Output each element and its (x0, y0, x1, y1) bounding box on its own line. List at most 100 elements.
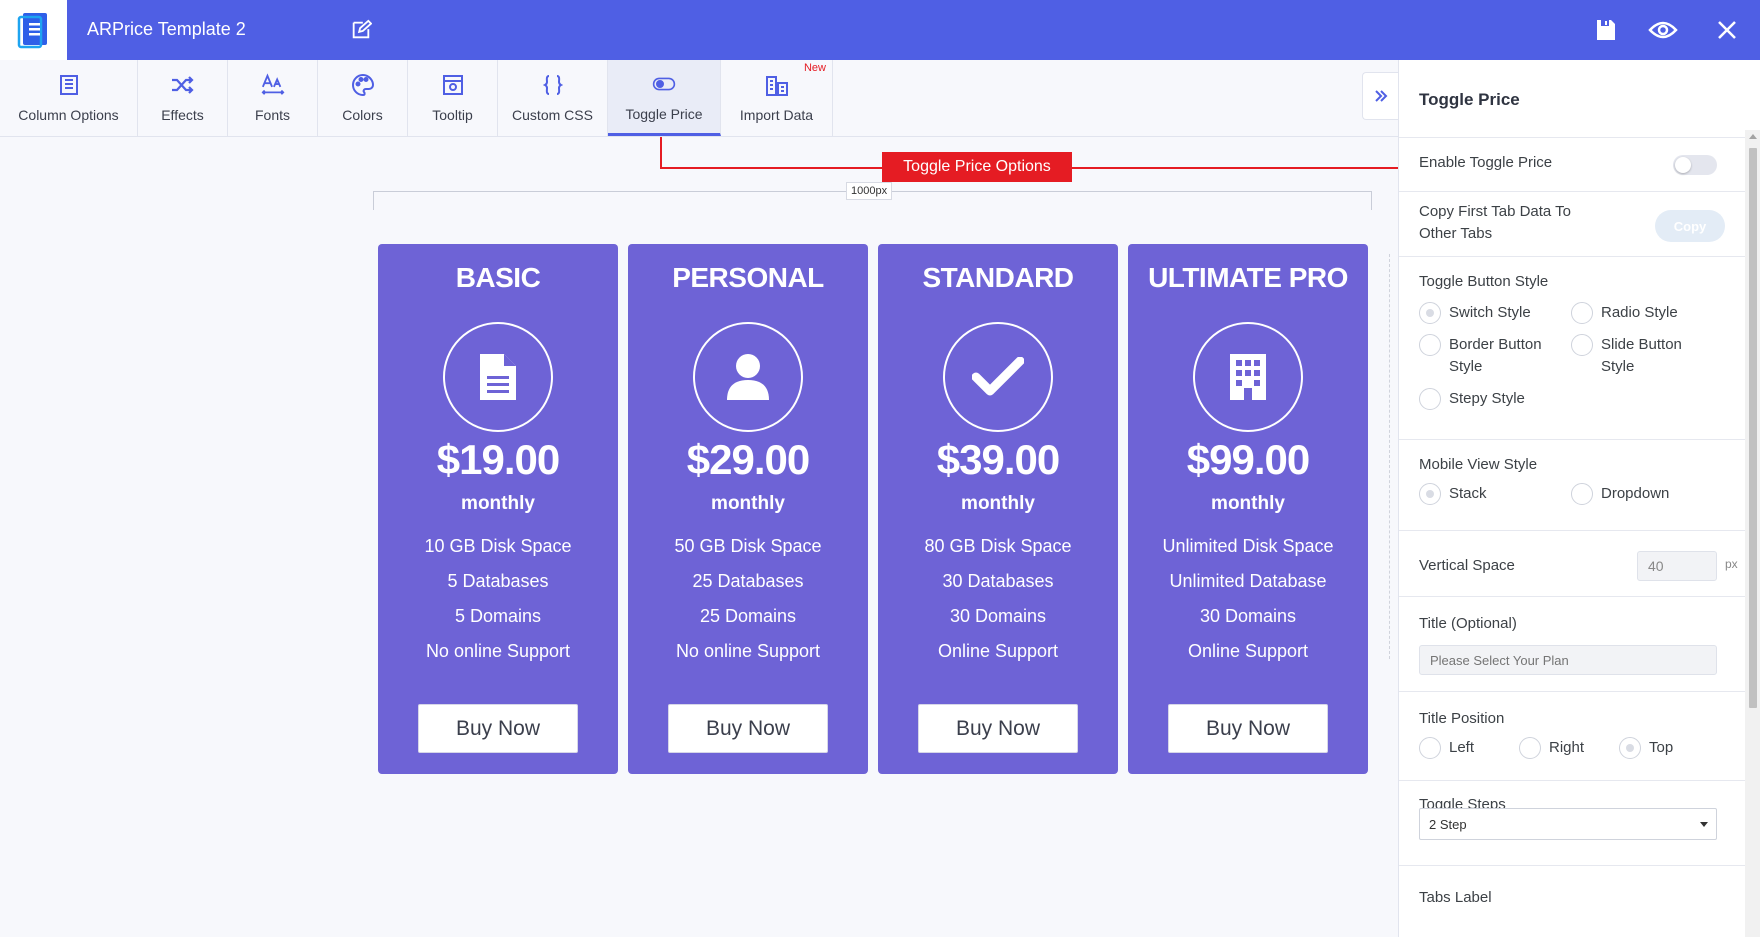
caret-down-icon (1700, 822, 1708, 827)
radio-label: Switch Style (1449, 304, 1531, 321)
divider (1399, 780, 1745, 781)
radio-label: Stack (1449, 485, 1487, 502)
plan-feature: 5 Domains (454, 606, 542, 626)
radio-position-left[interactable]: Left (1419, 737, 1474, 759)
scrollbar-thumb[interactable] (1749, 148, 1757, 708)
building-icon (1193, 322, 1303, 432)
divider (1399, 191, 1745, 192)
scroll-up-arrow-icon[interactable] (1749, 134, 1757, 139)
plan-feature: Online Support (1187, 641, 1309, 661)
radio-button[interactable] (1419, 388, 1441, 410)
edit-title-icon[interactable] (348, 17, 374, 43)
radio-label: Top (1649, 739, 1674, 756)
divider (1399, 596, 1745, 597)
tool-tooltip[interactable]: Tooltip (408, 60, 498, 136)
plan-feature: 25 Databases (692, 571, 804, 591)
radio-stepy-style[interactable]: Stepy Style (1419, 388, 1525, 410)
plan-features: 10 GB Disk Space 5 Databases 5 Domains N… (378, 529, 618, 669)
plan-price: $39.00 (936, 436, 1060, 483)
divider (1399, 137, 1745, 138)
title-optional-input[interactable] (1419, 645, 1717, 675)
tool-fonts[interactable]: Fonts (228, 60, 318, 136)
enable-toggle-label: Enable Toggle Price (1419, 154, 1553, 171)
radio-selected-dot (1426, 490, 1434, 498)
radio-button[interactable] (1571, 334, 1593, 356)
new-badge: New (803, 62, 826, 74)
radio-button[interactable] (1419, 483, 1441, 505)
file-icon (443, 322, 553, 432)
buy-now-button[interactable]: Buy Now (918, 704, 1078, 753)
radio-stack[interactable]: Stack (1419, 483, 1487, 505)
plan-feature: No online Support (425, 641, 571, 661)
tool-custom-css[interactable]: Custom CSS (498, 60, 608, 136)
tool-import-data[interactable]: New Import Data (721, 60, 833, 136)
radio-radio-style[interactable]: Radio Style (1571, 302, 1678, 324)
tool-effects[interactable]: Effects (138, 60, 228, 136)
pricing-card-personal[interactable]: PERSONAL $29.00 monthly 50 GB Disk Space… (628, 244, 868, 774)
plan-period: monthly (961, 493, 1035, 514)
toggle-price-panel: Toggle Price Enable Toggle Price Copy Fi… (1398, 60, 1760, 937)
divider (1399, 256, 1745, 257)
tabs-label-label: Tabs Label (1419, 889, 1492, 906)
copy-button[interactable]: Copy (1655, 210, 1725, 242)
radio-position-right[interactable]: Right (1519, 737, 1584, 759)
user-icon (693, 322, 803, 432)
radio-border-button-style[interactable]: Border Button Style (1419, 334, 1542, 378)
top-bar: ARPrice Template 2 (0, 0, 1760, 60)
select-value: 2 Step (1429, 816, 1467, 832)
plan-feature: Unlimited Database (1169, 571, 1327, 591)
tool-toggle-price[interactable]: Toggle Price (608, 60, 721, 136)
save-icon[interactable] (1590, 14, 1622, 46)
tool-label: Import Data (739, 107, 814, 123)
panel-scrollbar[interactable] (1745, 130, 1760, 937)
callout-connector (1072, 167, 1404, 169)
preview-eye-icon[interactable] (1647, 14, 1679, 46)
buy-now-button[interactable]: Buy Now (418, 704, 578, 753)
collapse-panel-button[interactable] (1362, 72, 1398, 120)
tooltip-icon (441, 73, 465, 97)
radio-button[interactable] (1571, 483, 1593, 505)
columns-icon (57, 73, 81, 97)
radio-position-top[interactable]: Top (1619, 737, 1673, 759)
radio-button[interactable] (1519, 737, 1541, 759)
mobile-view-style-label: Mobile View Style (1419, 456, 1538, 473)
enable-toggle-switch[interactable] (1673, 155, 1717, 175)
vertical-space-input[interactable] (1637, 551, 1717, 581)
plan-feature: 80 GB Disk Space (924, 536, 1072, 556)
title-position-label: Title Position (1419, 710, 1505, 727)
pricing-card-ultimate-pro[interactable]: ULTIMATE PRO $99.00 monthly Unlimited Di… (1128, 244, 1368, 774)
radio-button[interactable] (1419, 302, 1441, 324)
tool-label: Fonts (254, 107, 290, 123)
buy-now-button[interactable]: Buy Now (668, 704, 828, 753)
tool-column-options[interactable]: Column Options (0, 60, 138, 136)
radio-button[interactable] (1419, 334, 1441, 356)
radio-label: Right (1549, 739, 1585, 756)
plan-feature: 30 Domains (1199, 606, 1297, 626)
divider (1399, 439, 1745, 440)
plan-feature: Online Support (937, 641, 1059, 661)
braces-icon (541, 73, 565, 97)
radio-selected-dot (1426, 309, 1434, 317)
plan-features: 80 GB Disk Space 30 Databases 30 Domains… (878, 529, 1118, 669)
radio-button[interactable] (1619, 737, 1641, 759)
radio-switch-style[interactable]: Switch Style (1419, 302, 1531, 324)
app-logo-icon (17, 13, 47, 49)
plan-title: STANDARD (922, 262, 1074, 293)
radio-label: Dropdown (1601, 485, 1670, 502)
palette-icon (351, 73, 375, 97)
radio-dropdown[interactable]: Dropdown (1571, 483, 1669, 505)
close-icon[interactable] (1711, 14, 1743, 46)
radio-button[interactable] (1571, 302, 1593, 324)
pricing-card-standard[interactable]: STANDARD $39.00 monthly 80 GB Disk Space… (878, 244, 1118, 774)
radio-slide-button-style[interactable]: Slide Button Style (1571, 334, 1682, 378)
radio-button[interactable] (1419, 737, 1441, 759)
tool-label: Column Options (18, 107, 119, 123)
panel-title: Toggle Price (1419, 90, 1520, 109)
buy-now-button[interactable]: Buy Now (1168, 704, 1328, 753)
divider (1399, 865, 1745, 866)
shuffle-icon (171, 73, 195, 97)
toggle-steps-select[interactable]: 2 Step (1419, 808, 1717, 840)
plan-period: monthly (1211, 493, 1285, 514)
pricing-card-basic[interactable]: BASIC $19.00 monthly 10 GB Disk Space 5 … (378, 244, 618, 774)
tool-colors[interactable]: Colors (318, 60, 408, 136)
